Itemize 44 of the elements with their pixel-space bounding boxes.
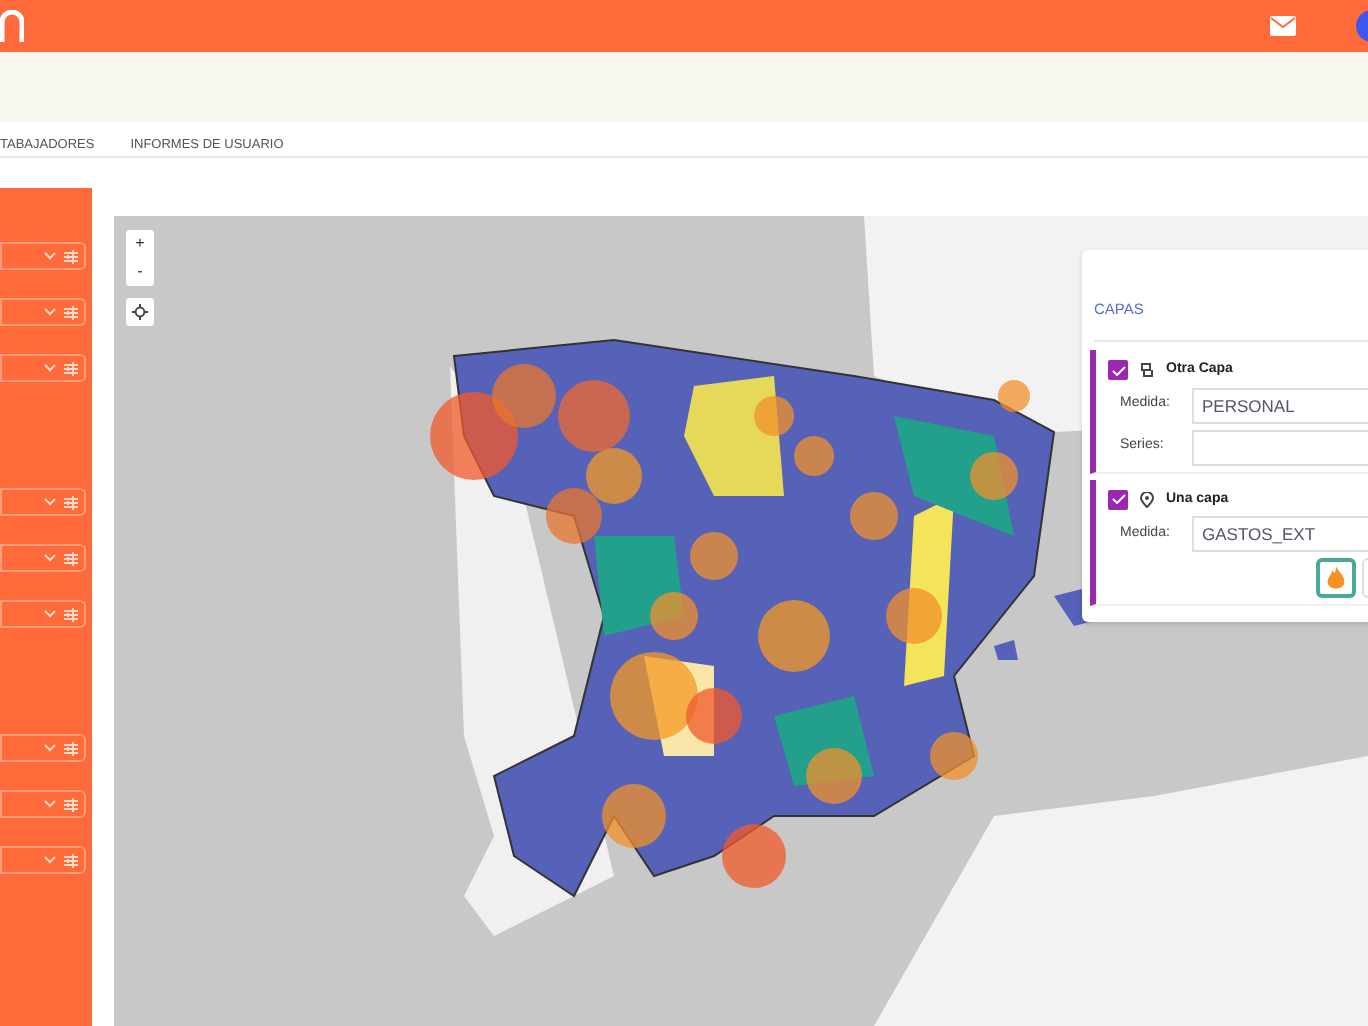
input-field[interactable]	[1192, 429, 1368, 465]
input-field[interactable]: PERSONAL	[1192, 387, 1368, 423]
select-field[interactable]	[0, 734, 86, 762]
map-pin-icon	[1140, 491, 1154, 508]
chevron-down-icon	[44, 554, 56, 562]
chevron-down-icon	[44, 308, 56, 316]
zoom-button[interactable]: -	[126, 258, 154, 286]
envelope-icon[interactable]	[1270, 16, 1296, 36]
sliders-icon	[64, 361, 78, 375]
zoom-button[interactable]: +	[126, 230, 154, 258]
chevron-down-icon	[44, 800, 56, 808]
select-field[interactable]	[0, 242, 86, 270]
style-button[interactable]	[1316, 558, 1356, 598]
sliders-icon	[64, 249, 78, 263]
select-field[interactable]	[0, 488, 86, 516]
layer-checkbox[interactable]	[1108, 360, 1128, 381]
sliders-icon	[64, 495, 78, 509]
sliders-icon	[64, 607, 78, 621]
crosshair-icon	[132, 304, 148, 320]
locate-button[interactable]	[126, 298, 154, 326]
select-field[interactable]	[0, 544, 86, 572]
select-field[interactable]	[0, 790, 86, 818]
sliders-icon	[64, 853, 78, 867]
chevron-down-icon	[44, 252, 56, 260]
checkmark-icon	[1111, 494, 1125, 505]
layer-checkbox[interactable]	[1108, 489, 1128, 510]
layers-icon	[1140, 362, 1154, 379]
select-field[interactable]	[0, 354, 86, 382]
input-field[interactable]: GASTOS_EXT	[1192, 516, 1368, 552]
chevron-down-icon	[44, 856, 56, 864]
select-field[interactable]	[0, 298, 86, 326]
chevron-down-icon	[44, 364, 56, 372]
flame-icon	[1326, 565, 1346, 591]
logo-icon	[0, 10, 24, 42]
sliders-icon	[64, 551, 78, 565]
checkmark-icon	[1111, 365, 1125, 376]
chevron-down-icon	[44, 498, 56, 506]
select-field[interactable]	[0, 600, 86, 628]
chevron-down-icon	[44, 610, 56, 618]
select-field[interactable]	[0, 846, 86, 874]
sliders-icon	[64, 305, 78, 319]
sliders-icon	[64, 797, 78, 811]
sliders-icon	[64, 741, 78, 755]
chevron-down-icon	[44, 744, 56, 752]
